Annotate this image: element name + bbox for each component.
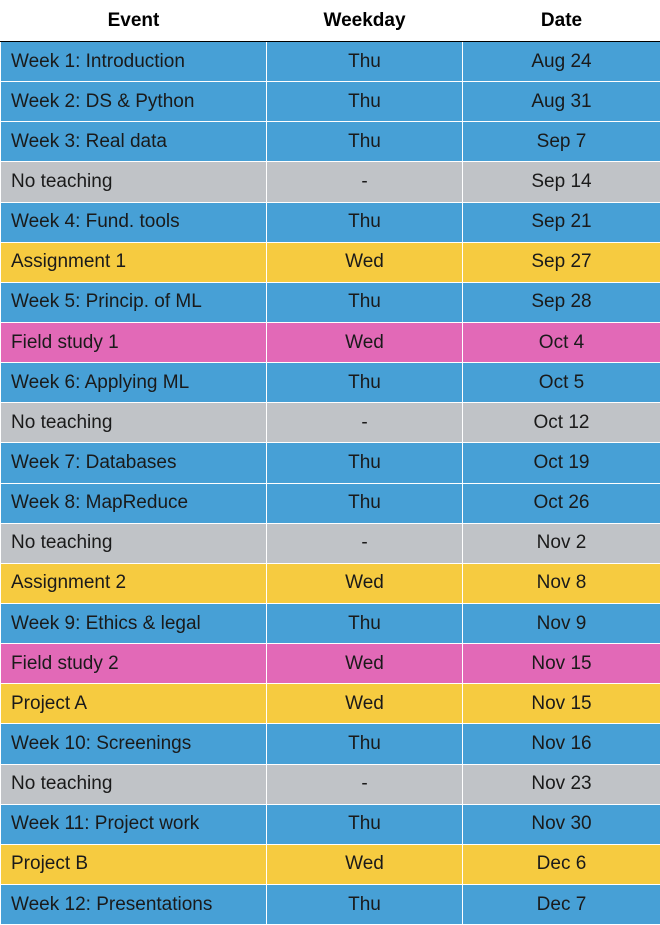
weekday-cell: Thu — [267, 724, 463, 764]
event-cell: Week 5: Princip. of ML — [1, 282, 267, 322]
table-row: Assignment 1WedSep 27 — [1, 242, 660, 282]
event-cell: Field study 1 — [1, 322, 267, 362]
date-cell: Nov 8 — [463, 563, 660, 603]
date-cell: Nov 15 — [463, 684, 660, 724]
date-cell: Oct 19 — [463, 443, 660, 483]
event-cell: Week 11: Project work — [1, 804, 267, 844]
weekday-cell: Thu — [267, 443, 463, 483]
event-cell: No teaching — [1, 764, 267, 804]
table-row: Week 5: Princip. of MLThuSep 28 — [1, 282, 660, 322]
event-cell: Assignment 1 — [1, 242, 267, 282]
weekday-cell: - — [267, 403, 463, 443]
date-cell: Nov 30 — [463, 804, 660, 844]
table-body: Week 1: IntroductionThuAug 24Week 2: DS … — [1, 42, 660, 925]
table-row: Week 11: Project workThuNov 30 — [1, 804, 660, 844]
column-header-event: Event — [1, 1, 267, 42]
header-row: Event Weekday Date — [1, 1, 660, 42]
date-cell: Sep 7 — [463, 122, 660, 162]
event-cell: Week 10: Screenings — [1, 724, 267, 764]
date-cell: Oct 5 — [463, 363, 660, 403]
table-row: Week 2: DS & PythonThuAug 31 — [1, 82, 660, 122]
date-cell: Sep 28 — [463, 282, 660, 322]
weekday-cell: Thu — [267, 804, 463, 844]
table-row: Field study 2WedNov 15 — [1, 644, 660, 684]
table-row: Project BWedDec 6 — [1, 844, 660, 884]
table-row: Week 6: Applying MLThuOct 5 — [1, 363, 660, 403]
event-cell: Week 8: MapReduce — [1, 483, 267, 523]
weekday-cell: Thu — [267, 82, 463, 122]
date-cell: Dec 6 — [463, 844, 660, 884]
event-cell: Project A — [1, 684, 267, 724]
weekday-cell: Thu — [267, 884, 463, 924]
weekday-cell: Wed — [267, 644, 463, 684]
event-cell: No teaching — [1, 403, 267, 443]
date-cell: Dec 7 — [463, 884, 660, 924]
table-row: No teaching-Nov 2 — [1, 523, 660, 563]
weekday-cell: Thu — [267, 42, 463, 82]
weekday-cell: Thu — [267, 122, 463, 162]
table-row: No teaching-Oct 12 — [1, 403, 660, 443]
table-row: Week 1: IntroductionThuAug 24 — [1, 42, 660, 82]
date-cell: Nov 16 — [463, 724, 660, 764]
weekday-cell: Thu — [267, 363, 463, 403]
date-cell: Sep 14 — [463, 162, 660, 202]
date-cell: Oct 4 — [463, 322, 660, 362]
date-cell: Nov 2 — [463, 523, 660, 563]
table-row: Week 12: PresentationsThuDec 7 — [1, 884, 660, 924]
event-cell: Week 6: Applying ML — [1, 363, 267, 403]
weekday-cell: - — [267, 523, 463, 563]
table-row: Field study 1WedOct 4 — [1, 322, 660, 362]
event-cell: Week 12: Presentations — [1, 884, 267, 924]
event-cell: Week 3: Real data — [1, 122, 267, 162]
table-row: Project AWedNov 15 — [1, 684, 660, 724]
date-cell: Nov 23 — [463, 764, 660, 804]
column-header-date: Date — [463, 1, 660, 42]
event-cell: Week 7: Databases — [1, 443, 267, 483]
date-cell: Nov 15 — [463, 644, 660, 684]
date-cell: Oct 12 — [463, 403, 660, 443]
weekday-cell: Thu — [267, 282, 463, 322]
weekday-cell: Thu — [267, 202, 463, 242]
event-cell: Field study 2 — [1, 644, 267, 684]
weekday-cell: Wed — [267, 844, 463, 884]
table-row: Week 9: Ethics & legalThuNov 9 — [1, 603, 660, 643]
event-cell: No teaching — [1, 162, 267, 202]
date-cell: Nov 9 — [463, 603, 660, 643]
table-row: Assignment 2WedNov 8 — [1, 563, 660, 603]
weekday-cell: Thu — [267, 603, 463, 643]
table-row: Week 7: DatabasesThuOct 19 — [1, 443, 660, 483]
schedule-table: Event Weekday Date Week 1: IntroductionT… — [0, 0, 660, 925]
weekday-cell: - — [267, 162, 463, 202]
date-cell: Sep 21 — [463, 202, 660, 242]
event-cell: Week 4: Fund. tools — [1, 202, 267, 242]
table-header: Event Weekday Date — [1, 1, 660, 42]
weekday-cell: Wed — [267, 563, 463, 603]
date-cell: Aug 31 — [463, 82, 660, 122]
event-cell: No teaching — [1, 523, 267, 563]
column-header-weekday: Weekday — [267, 1, 463, 42]
weekday-cell: Wed — [267, 322, 463, 362]
event-cell: Week 1: Introduction — [1, 42, 267, 82]
event-cell: Week 2: DS & Python — [1, 82, 267, 122]
weekday-cell: - — [267, 764, 463, 804]
date-cell: Sep 27 — [463, 242, 660, 282]
table-row: Week 8: MapReduceThuOct 26 — [1, 483, 660, 523]
date-cell: Oct 26 — [463, 483, 660, 523]
table-row: No teaching-Nov 23 — [1, 764, 660, 804]
event-cell: Assignment 2 — [1, 563, 267, 603]
table-row: No teaching-Sep 14 — [1, 162, 660, 202]
table-row: Week 3: Real dataThuSep 7 — [1, 122, 660, 162]
event-cell: Week 9: Ethics & legal — [1, 603, 267, 643]
date-cell: Aug 24 — [463, 42, 660, 82]
table-row: Week 4: Fund. toolsThuSep 21 — [1, 202, 660, 242]
event-cell: Project B — [1, 844, 267, 884]
weekday-cell: Wed — [267, 242, 463, 282]
table-row: Week 10: ScreeningsThuNov 16 — [1, 724, 660, 764]
weekday-cell: Thu — [267, 483, 463, 523]
weekday-cell: Wed — [267, 684, 463, 724]
